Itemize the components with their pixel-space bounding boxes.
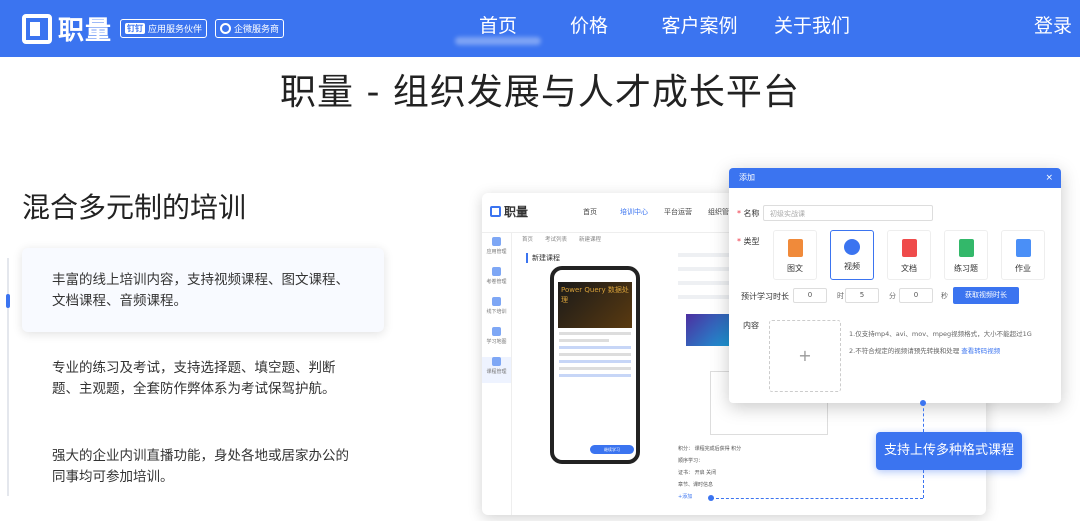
- phone-continue-button: 继续学习: [590, 445, 634, 454]
- connector-line: [923, 403, 924, 432]
- mock-sidebar-item: 课程管理: [482, 357, 511, 383]
- wecom-icon: [220, 23, 232, 34]
- nav-pricing[interactable]: 价格: [541, 0, 637, 57]
- add-course-dialog: 添加 × * 名称 初级实战课 * 类型 图文 视频 文档 练习题 作业 预计学…: [729, 168, 1061, 403]
- connector-line: [923, 470, 924, 498]
- close-icon[interactable]: ×: [1045, 168, 1053, 188]
- minutes-input[interactable]: 5: [845, 288, 879, 303]
- seconds-input[interactable]: 0: [899, 288, 933, 303]
- mock-course-banner: [686, 314, 730, 346]
- login-link[interactable]: 登录: [1034, 0, 1072, 53]
- feature-item-exams[interactable]: 专业的练习及考试，支持选择题、填空题、判断题、主观题，全套防作弊体系为考试保驾护…: [22, 336, 384, 422]
- mock-section-heading: 新建课程: [526, 253, 560, 263]
- type-label: * 类型: [737, 237, 760, 246]
- type-option-exercise[interactable]: 练习题: [944, 230, 988, 280]
- feature-item-online-content[interactable]: 丰富的线上培训内容，支持视频课程、图文课程、文档课程、音频课程。: [22, 248, 384, 332]
- mock-nav-item: 平台运营: [664, 208, 692, 216]
- mock-nav-item: 首页: [583, 208, 597, 216]
- name-input[interactable]: 初级实战课: [763, 205, 933, 221]
- exercise-icon: [958, 239, 974, 257]
- mock-tab: 首页: [522, 237, 534, 243]
- name-label: * 名称: [737, 209, 760, 218]
- logo-icon: [22, 13, 52, 44]
- dingtalk-partner-badge: 钉钉 应用服务伙伴: [120, 19, 208, 38]
- upload-tip: 2.不符合规定的视频请预先转换和处理 查看转码视频: [849, 347, 1001, 355]
- nav-about-us[interactable]: 关于我们: [762, 0, 862, 57]
- connector-dot: [708, 495, 714, 501]
- feature-item-live-training[interactable]: 强大的企业内训直播功能，身处各地或居家办公的同事均可参加培训。: [22, 424, 384, 510]
- upload-tips: 1.仅支持mp4、avi、mov、mpeg视频格式，大小不能超过1G 2.不符合…: [849, 326, 1032, 360]
- duration-label: 预计学习时长: [741, 292, 789, 301]
- mock-sidebar-item: 应用管理: [482, 237, 511, 263]
- hours-input[interactable]: 0: [793, 288, 827, 303]
- phone-preview: Power Query 数据处理 继续学习: [550, 266, 640, 464]
- type-option-video[interactable]: 视频: [830, 230, 874, 280]
- phone-text-line: [559, 332, 631, 335]
- dingtalk-partner-label: 应用服务伙伴: [148, 25, 203, 35]
- phone-text-line: [559, 374, 631, 377]
- mock-brand: 职量: [490, 203, 528, 220]
- dialog-title: 添加: [739, 173, 755, 182]
- mock-bottom-fields: 积分： 课程完成后获得 积分 顺序学习： 证书： 开启 关闭 章节、课时信息 +…: [678, 446, 742, 500]
- mock-nav-item: 培训中心: [620, 208, 648, 216]
- homework-icon: [1015, 239, 1031, 257]
- hours-unit: 时: [837, 292, 844, 300]
- minutes-unit: 分: [889, 292, 896, 300]
- feature-tooltip: 支持上传多种格式课程: [876, 432, 1022, 470]
- mock-sidebar-item: 学习地图: [482, 327, 511, 353]
- nav-customer-cases[interactable]: 客户案例: [637, 0, 762, 57]
- section-title: 混合多元制的培训: [22, 191, 247, 224]
- seconds-unit: 秒: [941, 292, 948, 300]
- mock-sidebar-item: 线下培训: [482, 297, 511, 323]
- fetch-duration-button[interactable]: 获取视频时长: [953, 287, 1019, 304]
- image-text-icon: [787, 239, 803, 257]
- brand-name: 职量: [58, 16, 113, 46]
- feature-progress-indicator: [6, 294, 10, 308]
- mock-tab: 考试列表: [545, 237, 568, 243]
- phone-text-line: [559, 339, 609, 342]
- top-nav-bar: 职量 钉钉 应用服务伙伴 企微服务商 首页 价格 客户案例 关于我们 登录: [0, 0, 1080, 57]
- document-icon: [901, 239, 917, 257]
- phone-video-cover: Power Query 数据处理: [558, 282, 632, 328]
- page-title: 职量 - 组织发展与人才成长平台: [280, 72, 800, 113]
- upload-tip: 1.仅支持mp4、avi、mov、mpeg视频格式，大小不能超过1G: [849, 330, 1032, 338]
- connector-dot: [920, 400, 926, 406]
- phone-text-line: [559, 367, 631, 370]
- wecom-service-label: 企微服务商: [234, 25, 280, 35]
- phone-text-line: [559, 346, 631, 349]
- video-icon: [844, 239, 860, 255]
- type-option-document[interactable]: 文档: [887, 230, 931, 280]
- brand-logo[interactable]: 职量 钉钉 应用服务伙伴 企微服务商: [22, 10, 285, 47]
- wecom-service-badge: 企微服务商: [215, 19, 285, 38]
- type-option-homework[interactable]: 作业: [1001, 230, 1045, 280]
- upload-plus-icon[interactable]: +: [769, 320, 841, 392]
- nav-home[interactable]: 首页: [455, 0, 541, 57]
- phone-text-line: [559, 353, 631, 356]
- phone-text-line: [559, 360, 631, 363]
- mock-logo-icon: [490, 206, 501, 217]
- dingtalk-tag: 钉钉: [125, 23, 146, 34]
- type-option-graphic[interactable]: 图文: [773, 230, 817, 280]
- transcode-link[interactable]: 查看转码视频: [961, 347, 1000, 355]
- connector-line: [711, 498, 923, 499]
- mock-tab: 新建课程: [579, 237, 602, 243]
- mock-sidebar-item: 考卷管理: [482, 267, 511, 293]
- content-label: 内容: [743, 321, 759, 330]
